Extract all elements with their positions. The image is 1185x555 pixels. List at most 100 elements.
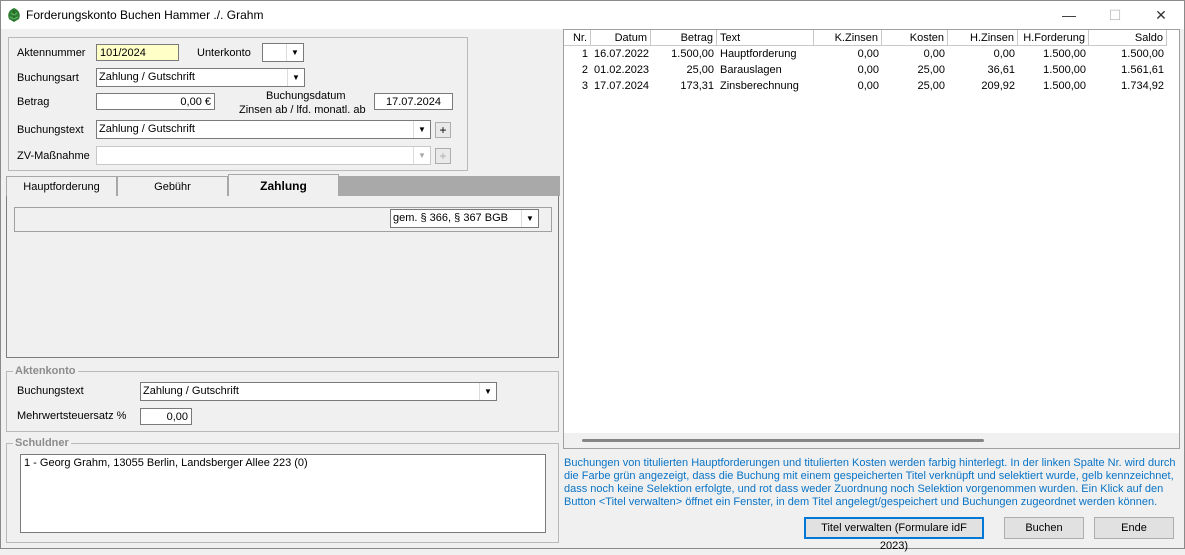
- column-header-kzinsen[interactable]: K.Zinsen: [814, 30, 882, 46]
- cell-kosten: 25,00: [917, 80, 945, 92]
- booking-table[interactable]: Nr. Datum Betrag Text K.Zinsen Kosten H.…: [563, 29, 1180, 449]
- zv-massnahme-select[interactable]: ▼: [96, 146, 431, 165]
- verrechnung-select[interactable]: gem. § 366, § 367 BGB ▼: [390, 209, 539, 228]
- chevron-down-icon[interactable]: ▼: [521, 210, 538, 227]
- cell-kosten: 25,00: [917, 64, 945, 76]
- cell-kosten: 0,00: [923, 48, 945, 60]
- betrag-label: Betrag: [17, 96, 50, 108]
- app-leaf-icon: [8, 8, 20, 22]
- buchungstext-value: Zahlung / Gutschrift: [99, 123, 195, 135]
- tab-zahlung[interactable]: Zahlung: [228, 174, 339, 197]
- column-header-text[interactable]: Text: [717, 30, 814, 46]
- aktenkonto-legend: Aktenkonto: [13, 365, 78, 377]
- tab-label: Zahlung: [260, 179, 307, 193]
- aktenkonto-group: [6, 371, 559, 432]
- maximize-button[interactable]: ☐: [1092, 1, 1138, 29]
- mwst-field[interactable]: 0,00: [140, 408, 192, 425]
- cell-kzinsen: 0,00: [857, 48, 879, 60]
- main-window: Forderungskonto Buchen Hammer ./. Grahm …: [0, 0, 1185, 552]
- column-header-saldo[interactable]: Saldo: [1089, 30, 1167, 46]
- aktennummer-label: Aktennummer: [17, 47, 86, 59]
- cell-text: Zinsberechnung: [720, 80, 799, 92]
- buchungstext-select[interactable]: Zahlung / Gutschrift ▼: [96, 120, 431, 139]
- cell-betrag: 1.500,00: [671, 48, 714, 60]
- tab-label: Gebühr: [154, 181, 191, 193]
- unterkonto-select[interactable]: ▼: [262, 43, 304, 62]
- cell-kzinsen: 0,00: [857, 80, 879, 92]
- cell-saldo: 1.561,61: [1121, 64, 1164, 76]
- buchungsart-select[interactable]: Zahlung / Gutschrift ▼: [96, 68, 305, 87]
- chevron-down-icon[interactable]: ▼: [286, 44, 303, 61]
- horizontal-scrollbar[interactable]: [564, 433, 1179, 448]
- cell-nr: 3: [581, 80, 588, 92]
- cell-hzinsen: 0,00: [993, 48, 1015, 60]
- chevron-down-icon[interactable]: ▼: [413, 147, 430, 164]
- close-icon: ✕: [1155, 7, 1167, 23]
- list-item[interactable]: 1 - Georg Grahm, 13055 Berlin, Landsberg…: [21, 455, 311, 471]
- window-title: Forderungskonto Buchen Hammer ./. Grahm: [26, 8, 264, 22]
- cell-datum: 17.07.2024: [594, 80, 650, 92]
- aktenkonto-buchungstext-select[interactable]: Zahlung / Gutschrift ▼: [140, 382, 497, 401]
- minimize-button[interactable]: —: [1046, 1, 1092, 29]
- title-bar: Forderungskonto Buchen Hammer ./. Grahm …: [1, 1, 1184, 29]
- zv-massnahme-label: ZV-Maßnahme: [17, 150, 90, 162]
- cell-nr: 2: [581, 64, 588, 76]
- buchungsart-value: Zahlung / Gutschrift: [99, 71, 195, 83]
- verrechnung-value: gem. § 366, § 367 BGB: [393, 212, 508, 224]
- tab-hauptforderung[interactable]: Hauptforderung: [6, 176, 117, 196]
- table-row[interactable]: 3 17.07.2024 173,31 Zinsberechnung 0,00 …: [564, 78, 1179, 94]
- ende-button[interactable]: Ende: [1094, 517, 1174, 539]
- add-zv-button[interactable]: +: [435, 148, 451, 164]
- unterkonto-label: Unterkonto: [197, 47, 251, 59]
- chevron-down-icon[interactable]: ▼: [287, 69, 304, 86]
- mwst-label: Mehrwertsteuersatz %: [17, 410, 127, 422]
- cell-saldo: 1.734,92: [1121, 80, 1164, 92]
- buchungsdatum-field[interactable]: 17.07.2024: [374, 93, 453, 110]
- cell-kzinsen: 0,00: [857, 64, 879, 76]
- buchungsdatum-label: Buchungsdatum: [266, 90, 346, 102]
- chevron-down-icon[interactable]: ▼: [413, 121, 430, 138]
- column-header-kosten[interactable]: Kosten: [882, 30, 948, 46]
- cell-hforderung: 1.500,00: [1043, 80, 1086, 92]
- plus-icon: +: [439, 123, 447, 137]
- tab-label: Hauptforderung: [23, 181, 100, 193]
- zahlung-panel: gem. § 366, § 367 BGB ▼: [6, 196, 559, 358]
- cell-datum: 01.02.2023: [594, 64, 650, 76]
- cell-hzinsen: 36,61: [987, 64, 1015, 76]
- minimize-icon: —: [1062, 7, 1076, 23]
- table-row[interactable]: 1 16.07.2022 1.500,00 Hauptforderung 0,0…: [564, 46, 1179, 62]
- column-header-betrag[interactable]: Betrag: [651, 30, 717, 46]
- cell-hforderung: 1.500,00: [1043, 64, 1086, 76]
- cell-nr: 1: [581, 48, 588, 60]
- cell-betrag: 173,31: [680, 80, 714, 92]
- cell-text: Barauslagen: [720, 64, 782, 76]
- table-row[interactable]: 2 01.02.2023 25,00 Barauslagen 0,00 25,0…: [564, 62, 1179, 78]
- betrag-field[interactable]: 0,00 €: [96, 93, 215, 110]
- titel-verwalten-button[interactable]: Titel verwalten (Formulare idF 2023): [804, 517, 984, 552]
- schuldner-legend: Schuldner: [13, 437, 71, 449]
- close-button[interactable]: ✕: [1138, 1, 1184, 29]
- buchen-button[interactable]: Buchen: [1004, 517, 1084, 539]
- buchungsart-label: Buchungsart: [17, 72, 79, 84]
- cell-betrag: 25,00: [686, 64, 714, 76]
- chevron-down-icon[interactable]: ▼: [479, 383, 496, 400]
- aktenkonto-buchungstext-label: Buchungstext: [17, 385, 84, 397]
- cell-text: Hauptforderung: [720, 48, 797, 60]
- column-header-datum[interactable]: Datum: [591, 30, 651, 46]
- cell-hforderung: 1.500,00: [1043, 48, 1086, 60]
- aktenkonto-buchungstext-value: Zahlung / Gutschrift: [143, 385, 239, 397]
- plus-icon: +: [439, 149, 447, 163]
- column-header-nr[interactable]: Nr.: [564, 30, 591, 46]
- cell-hzinsen: 209,92: [981, 80, 1015, 92]
- column-header-hforderung[interactable]: H.Forderung: [1018, 30, 1089, 46]
- tab-gebuehr[interactable]: Gebühr: [117, 176, 228, 196]
- schuldner-list[interactable]: 1 - Georg Grahm, 13055 Berlin, Landsberg…: [20, 454, 546, 533]
- cell-saldo: 1.500,00: [1121, 48, 1164, 60]
- add-buchungstext-button[interactable]: +: [435, 122, 451, 138]
- aktennummer-field[interactable]: 101/2024: [96, 44, 179, 61]
- zinsen-ab-label: Zinsen ab / lfd. monatl. ab: [239, 104, 366, 116]
- cell-datum: 16.07.2022: [594, 48, 650, 60]
- buchungstext-label: Buchungstext: [17, 124, 84, 136]
- scrollbar-thumb[interactable]: [582, 439, 984, 442]
- column-header-hzinsen[interactable]: H.Zinsen: [948, 30, 1018, 46]
